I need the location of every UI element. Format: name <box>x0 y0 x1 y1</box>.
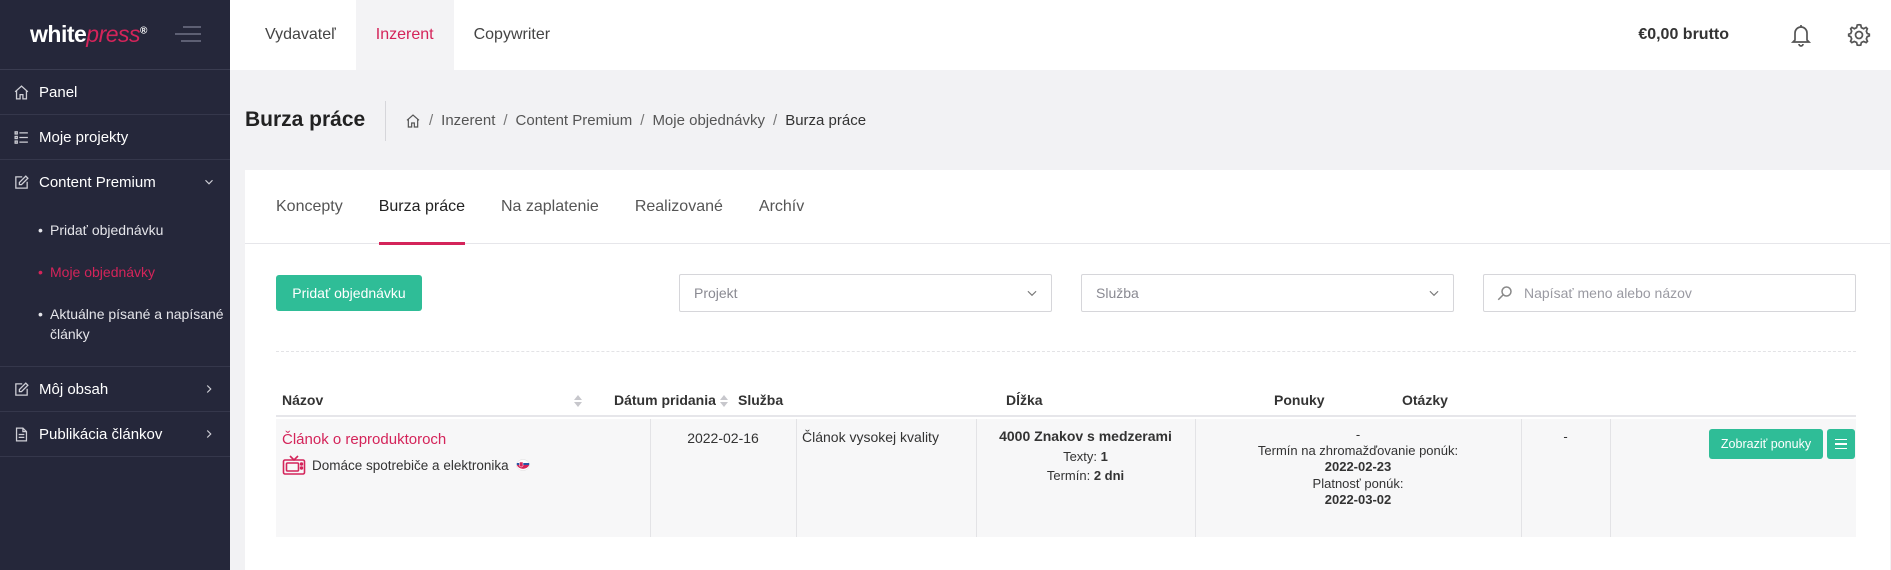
settings-gear-icon[interactable] <box>1845 21 1873 49</box>
home-icon <box>12 83 30 101</box>
order-date: 2022-02-16 <box>687 430 759 446</box>
tab-to-pay[interactable]: Na zaplatenie <box>501 170 599 244</box>
tabs: Koncepty Burza práce Na zaplatenie Reali… <box>245 170 1890 245</box>
bell-icon[interactable] <box>1787 21 1815 49</box>
tab-drafts[interactable]: Koncepty <box>276 170 343 244</box>
breadcrumb-separator: / <box>773 112 778 129</box>
chevron-down-icon <box>205 179 213 185</box>
order-questions: - <box>1563 429 1568 444</box>
sidebar-subitem-current-articles[interactable]: Aktuálne písané a napísané články <box>38 304 230 344</box>
sidebar-item-label: Publikácia článkov <box>39 425 163 443</box>
top-nav-copywriter[interactable]: Copywriter <box>454 0 570 70</box>
tv-icon <box>282 455 306 475</box>
sidebar-item-my-content[interactable]: Môj obsah <box>0 367 230 412</box>
home-icon[interactable] <box>405 113 421 129</box>
sidebar-item-label: Panel <box>39 83 78 101</box>
sidebar-item-projects[interactable]: Moje projekty <box>0 115 230 160</box>
validity-label: Platnosť ponúk: <box>1312 475 1404 491</box>
order-offers: - Termín na zhromažďovanie ponúk: 2022-0… <box>1195 427 1521 508</box>
edit-icon <box>12 174 30 192</box>
balance[interactable]: €0,00 brutto <box>1638 26 1729 44</box>
top-nav: Vydavateľ Inzerent Copywriter <box>245 0 570 70</box>
sidebar-subitem-add-order[interactable]: Pridať objednávku <box>38 220 230 240</box>
service-select-placeholder: Služba <box>1096 285 1139 301</box>
title-divider <box>385 101 386 141</box>
sidebar-item-label: Moje projekty <box>39 128 129 146</box>
list-icon <box>12 128 30 146</box>
top-bar: Vydavateľ Inzerent Copywriter €0,00 brut… <box>230 0 1891 70</box>
column-header-name[interactable]: Názov <box>282 383 323 417</box>
column-header-service: Služba <box>738 392 784 408</box>
row-menu-button[interactable] <box>1827 429 1855 459</box>
breadcrumb-advertiser[interactable]: Inzerent <box>441 112 495 129</box>
sidebar-item-content-premium[interactable]: Content Premium <box>0 160 230 205</box>
column-header-offers: Ponuky <box>1274 392 1325 408</box>
order-category: Domáce spotrebiče a elektronika <box>282 454 530 476</box>
order-name-cell: Článok o reproduktoroch Domáce spotrebič… <box>282 431 530 476</box>
slovakia-flag-icon <box>515 459 530 471</box>
logo-bar: whitepress® <box>0 0 230 70</box>
top-right: €0,00 brutto <box>1638 0 1873 70</box>
tab-job-exchange[interactable]: Burza práce <box>378 170 466 245</box>
breadcrumb-separator: / <box>429 112 434 129</box>
project-select[interactable]: Projekt <box>679 274 1052 312</box>
validity-date: 2022-03-02 <box>1324 491 1392 507</box>
table-row: Článok o reproduktoroch Domáce spotrebič… <box>276 419 1856 537</box>
search-input[interactable] <box>1524 285 1844 301</box>
sort-icon[interactable] <box>720 395 728 407</box>
logo[interactable]: whitepress® <box>30 21 147 48</box>
main-card: Koncepty Burza práce Na zaplatenie Reali… <box>245 170 1890 570</box>
add-order-button[interactable]: Pridať objednávku <box>276 275 422 311</box>
breadcrumb-current: Burza práce <box>785 112 867 129</box>
document-icon <box>12 425 30 443</box>
search-icon <box>1497 286 1512 301</box>
collect-date: 2022-02-23 <box>1324 459 1392 475</box>
term-line: Termín: 2 dni <box>1046 468 1125 483</box>
sidebar-submenu: Pridať objednávku Moje objednávky Aktuál… <box>0 205 230 367</box>
sidebar-item-label: Content Premium <box>39 174 156 191</box>
show-offers-button[interactable]: Zobraziť ponuky <box>1709 429 1823 459</box>
breadcrumb-separator: / <box>640 112 645 129</box>
sidebar-item-publication[interactable]: Publikácia článkov <box>0 412 230 457</box>
sidebar-subitem-my-orders[interactable]: Moje objednávky <box>38 262 230 282</box>
table-header: Názov Dátum pridania Služba Dĺžka Ponuky… <box>276 383 1856 417</box>
chevron-down-icon <box>1027 290 1037 297</box>
order-length: 4000 Znakov s medzerami Texty: 1 Termín:… <box>976 427 1195 486</box>
tab-completed[interactable]: Realizované <box>635 170 723 244</box>
breadcrumb-separator: / <box>503 112 508 129</box>
order-service: Článok vysokej kvality <box>802 429 939 445</box>
sidebar-item-panel[interactable]: Panel <box>0 70 230 115</box>
chevron-right-icon <box>206 385 212 393</box>
project-select-placeholder: Projekt <box>694 285 738 301</box>
service-select[interactable]: Služba <box>1081 274 1454 312</box>
breadcrumb: / Inzerent / Content Premium / Moje obje… <box>405 112 866 129</box>
offers-value: - <box>1355 427 1361 442</box>
order-title-link[interactable]: Článok o reproduktoroch <box>282 431 530 448</box>
order-category-label: Domáce spotrebiče a elektronika <box>312 457 509 473</box>
collect-label: Termín na zhromažďovanie ponúk: <box>1257 443 1459 459</box>
breadcrumb-my-orders[interactable]: Moje objednávky <box>652 112 765 129</box>
top-nav-advertiser[interactable]: Inzerent <box>355 0 454 70</box>
sort-icon[interactable] <box>574 395 582 407</box>
column-header-date[interactable]: Dátum pridania <box>614 383 716 417</box>
sidebar-item-label: Môj obsah <box>39 380 109 398</box>
chevron-down-icon <box>1429 290 1439 297</box>
sidebar: whitepress® Panel Moje projekty Content … <box>0 0 230 570</box>
edit-icon <box>12 380 30 398</box>
tab-archive[interactable]: Archív <box>759 170 804 244</box>
texts-line: Texty: 1 <box>1063 448 1108 464</box>
search-box <box>1483 274 1856 312</box>
divider <box>276 351 1856 352</box>
chevron-right-icon <box>206 430 212 438</box>
column-header-length: Dĺžka <box>1006 392 1043 408</box>
page-title: Burza práce <box>245 108 366 131</box>
length-title: 4000 Znakov s medzerami <box>999 428 1172 444</box>
hamburger-menu-icon[interactable] <box>175 26 201 47</box>
top-nav-publisher[interactable]: Vydavateľ <box>245 0 356 70</box>
breadcrumb-content-premium[interactable]: Content Premium <box>516 112 633 129</box>
column-header-questions: Otázky <box>1402 392 1448 408</box>
